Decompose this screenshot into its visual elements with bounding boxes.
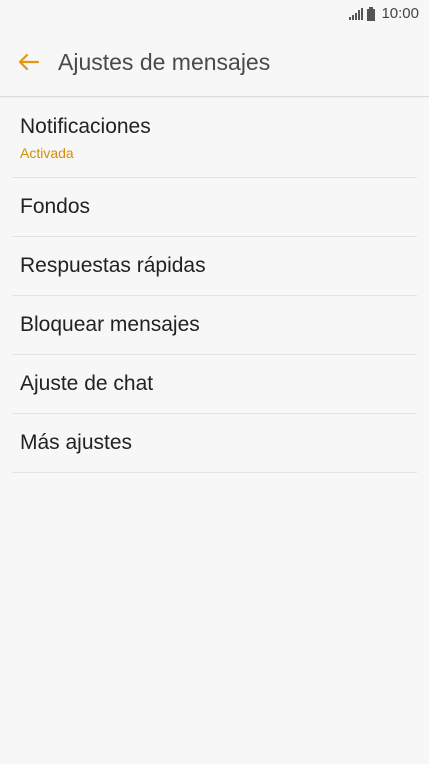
- settings-item-notificaciones[interactable]: Notificaciones Activada: [12, 97, 417, 178]
- settings-item-fondos[interactable]: Fondos: [12, 178, 417, 237]
- settings-list: Notificaciones Activada Fondos Respuesta…: [12, 97, 417, 473]
- settings-item-ajuste-de-chat[interactable]: Ajuste de chat: [12, 355, 417, 414]
- status-icons: 10:00: [349, 5, 419, 22]
- settings-item-title: Bloquear mensajes: [20, 313, 200, 336]
- settings-item-title: Respuestas rápidas: [20, 254, 206, 277]
- settings-item-title: Más ajustes: [20, 431, 133, 454]
- settings-item-title: Notificaciones: [20, 115, 151, 138]
- settings-item-bloquear-mensajes[interactable]: Bloquear mensajes: [12, 296, 417, 355]
- app-bar: Ajustes de mensajes: [0, 30, 429, 97]
- signal-icon: [349, 7, 364, 20]
- back-button[interactable]: [14, 50, 42, 78]
- settings-item-subtitle: Activada: [20, 145, 74, 161]
- settings-item-mas-ajustes[interactable]: Más ajustes: [12, 414, 417, 473]
- arrow-left-icon: [17, 53, 40, 76]
- settings-item-title: Ajuste de chat: [20, 372, 154, 395]
- page-title: Ajustes de mensajes: [58, 49, 271, 75]
- status-bar: 10:00: [0, 0, 429, 30]
- status-time: 10:00: [381, 5, 419, 22]
- settings-item-title: Fondos: [20, 195, 91, 218]
- battery-icon: [367, 6, 376, 21]
- settings-item-respuestas-rapidas[interactable]: Respuestas rápidas: [12, 237, 417, 296]
